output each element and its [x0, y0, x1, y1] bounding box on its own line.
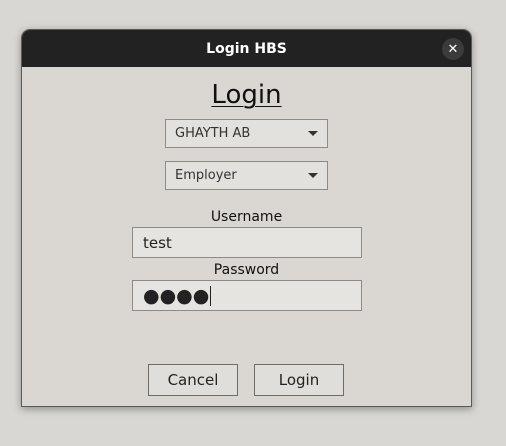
password-label: Password	[213, 262, 280, 278]
window-title: Login HBS	[206, 40, 287, 57]
password-masked-value: ●●●●	[143, 284, 210, 307]
title-bar[interactable]: Login HBS ✕	[22, 30, 471, 67]
username-field[interactable]: test	[132, 227, 362, 258]
password-field[interactable]: ●●●●	[132, 280, 362, 311]
chevron-down-icon	[308, 131, 318, 136]
company-select[interactable]: GHAYTH AB	[165, 119, 328, 148]
username-value: test	[143, 233, 172, 252]
company-select-value: GHAYTH AB	[175, 126, 251, 141]
text-caret	[210, 285, 212, 306]
login-button[interactable]: Login	[254, 364, 344, 396]
role-select-value: Employer	[175, 168, 237, 183]
username-label: Username	[210, 209, 283, 225]
cancel-button[interactable]: Cancel	[148, 364, 238, 396]
login-dialog: Login HBS ✕ Login GHAYTH AB Employer Use…	[21, 29, 472, 407]
chevron-down-icon	[308, 173, 318, 178]
close-icon: ✕	[447, 41, 459, 57]
page-title: Login	[211, 80, 282, 110]
close-button[interactable]: ✕	[442, 38, 464, 60]
role-select[interactable]: Employer	[165, 161, 328, 190]
